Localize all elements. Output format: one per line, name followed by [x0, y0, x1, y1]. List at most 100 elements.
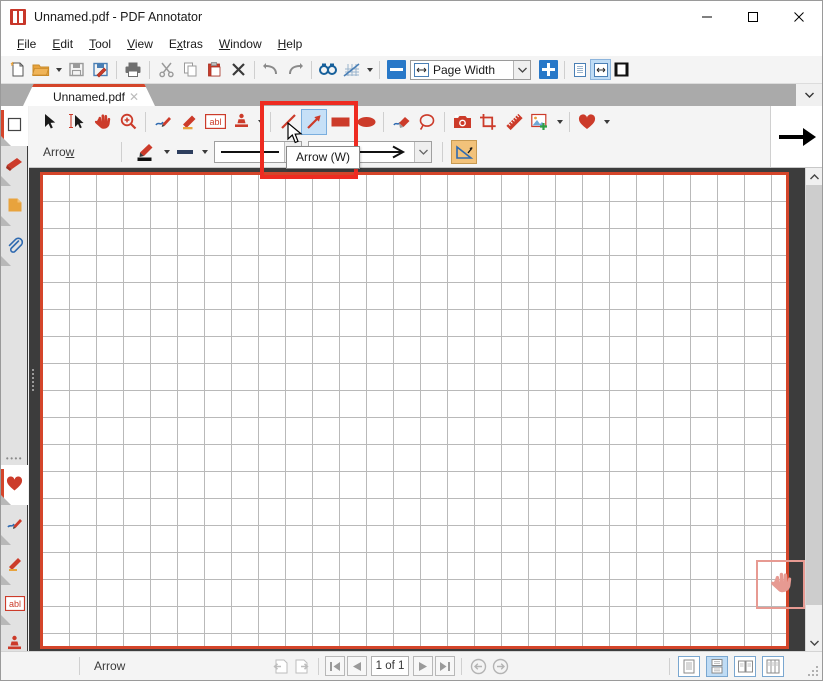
insert-image-tool[interactable] — [527, 109, 553, 135]
sidebar-drag-dots[interactable]: •••• — [1, 451, 28, 465]
find-icon[interactable] — [316, 58, 340, 82]
open-document-icon[interactable] — [29, 58, 53, 82]
document-canvas[interactable] — [29, 168, 822, 651]
grid-dropdown-icon[interactable] — [364, 58, 375, 82]
new-document-icon[interactable] — [5, 58, 29, 82]
delete-icon[interactable] — [226, 58, 250, 82]
sidebar-item-notes[interactable] — [1, 186, 28, 226]
page-width-view-icon[interactable] — [590, 59, 611, 80]
stamp-tool[interactable] — [228, 109, 254, 135]
menu-file[interactable]: FFileile — [9, 34, 44, 54]
redo-icon[interactable] — [283, 58, 307, 82]
view-mode-single[interactable] — [678, 655, 700, 677]
tab-unnamed-pdf[interactable]: Unnamed.pdf ✕ — [23, 84, 155, 106]
pen-color-icon[interactable] — [132, 139, 160, 165]
toolbar-separator — [116, 60, 117, 79]
favorites-tool[interactable] — [574, 109, 600, 135]
pen-tool[interactable] — [150, 109, 176, 135]
maximize-button[interactable] — [730, 1, 776, 32]
sidebar-splitter-grip[interactable] — [30, 369, 35, 391]
eraser-tool[interactable] — [388, 109, 414, 135]
menu-edit[interactable]: Edit — [44, 34, 81, 54]
last-page-icon[interactable] — [435, 656, 455, 676]
big-arrow-right-icon — [778, 127, 816, 146]
thickness-icon[interactable] — [172, 139, 198, 165]
scrollbar-thumb[interactable] — [806, 185, 822, 605]
forward-arrow-icon[interactable] — [490, 656, 510, 676]
view-mode-grid[interactable] — [762, 655, 784, 677]
apply-arrow-button[interactable] — [770, 106, 822, 167]
menu-tool[interactable]: Tool — [81, 34, 119, 54]
paste-icon[interactable] — [202, 58, 226, 82]
lasso-tool[interactable] — [414, 109, 440, 135]
color-dropdown-chevron-down-icon[interactable] — [160, 139, 172, 165]
zoom-in-button[interactable] — [536, 58, 560, 82]
crop-tool[interactable] — [475, 109, 501, 135]
sidebar-item-pages[interactable] — [1, 106, 28, 146]
page-number-field[interactable]: 1 of 1 — [371, 656, 409, 676]
thickness-dropdown-chevron-down-icon[interactable] — [198, 139, 210, 165]
next-view-icon[interactable] — [292, 656, 312, 676]
measure-tool[interactable] — [501, 109, 527, 135]
toolbar-separator — [121, 142, 122, 162]
save-icon[interactable] — [64, 58, 88, 82]
sidebar-item-pen-styles[interactable] — [1, 505, 28, 545]
tab-overflow-chevron-down-icon[interactable] — [796, 84, 822, 106]
hand-stamp-annotation[interactable] — [756, 560, 805, 609]
hand-tool[interactable] — [89, 109, 115, 135]
previous-page-icon[interactable] — [347, 656, 367, 676]
menu-extras[interactable]: Extras — [161, 34, 211, 54]
menu-window[interactable]: Window — [211, 34, 270, 54]
sidebar-item-favorites[interactable] — [1, 465, 28, 505]
window-resize-grip[interactable] — [806, 664, 818, 676]
text-select-tool[interactable] — [63, 109, 89, 135]
sidebar-item-text[interactable]: abl — [1, 585, 28, 625]
ellipse-tool[interactable] — [353, 109, 379, 135]
copy-icon[interactable] — [178, 58, 202, 82]
arrow-style-chevron-down-icon[interactable] — [414, 142, 431, 162]
open-dropdown-icon[interactable] — [53, 58, 64, 82]
menu-view[interactable]: View — [119, 34, 161, 54]
two-page-view-icon[interactable] — [611, 59, 632, 80]
stamp-dropdown[interactable] — [254, 109, 266, 135]
text-tool[interactable]: abl — [202, 109, 228, 135]
arrow-tool[interactable] — [301, 108, 327, 135]
scroll-up-chevron-up-icon[interactable] — [806, 168, 822, 185]
cut-icon[interactable] — [154, 58, 178, 82]
zoom-tool[interactable] — [115, 109, 141, 135]
previous-view-icon[interactable] — [270, 656, 290, 676]
chevron-down-icon[interactable] — [513, 60, 530, 79]
next-page-icon[interactable] — [413, 656, 433, 676]
scroll-down-chevron-down-icon[interactable] — [806, 634, 822, 651]
single-page-view-icon[interactable] — [569, 59, 590, 80]
minimize-button[interactable] — [684, 1, 730, 32]
close-icon[interactable]: ✕ — [129, 90, 139, 104]
grid-icon[interactable] — [340, 58, 364, 82]
rectangle-tool[interactable] — [327, 109, 353, 135]
back-arrow-icon[interactable] — [468, 656, 488, 676]
vertical-scrollbar[interactable] — [805, 168, 822, 651]
save-annotated-icon[interactable] — [88, 58, 112, 82]
bookmark-icon — [5, 156, 24, 176]
pdf-page[interactable] — [40, 172, 805, 649]
sidebar-item-attachments[interactable] — [1, 226, 28, 266]
close-button[interactable] — [776, 1, 822, 32]
toolbar-separator — [311, 60, 312, 79]
zoom-level-combobox[interactable]: Page Width — [410, 59, 531, 80]
view-mode-continuous[interactable] — [706, 655, 728, 677]
zoom-out-icon[interactable] — [384, 58, 408, 82]
toolbar-separator — [444, 111, 445, 132]
select-tool[interactable] — [37, 109, 63, 135]
menu-help[interactable]: Help — [270, 34, 311, 54]
sidebar-item-highlight[interactable] — [1, 545, 28, 585]
snapshot-tool[interactable] — [449, 109, 475, 135]
sidebar-item-bookmarks[interactable] — [1, 146, 28, 186]
first-page-icon[interactable] — [325, 656, 345, 676]
insert-image-dropdown[interactable] — [553, 109, 565, 135]
view-mode-facing[interactable] — [734, 655, 756, 677]
favorites-dropdown[interactable] — [600, 109, 612, 135]
undo-icon[interactable] — [259, 58, 283, 82]
print-icon[interactable] — [121, 58, 145, 82]
highlighter-tool[interactable] — [176, 109, 202, 135]
angle-snap-icon[interactable] — [451, 140, 477, 164]
